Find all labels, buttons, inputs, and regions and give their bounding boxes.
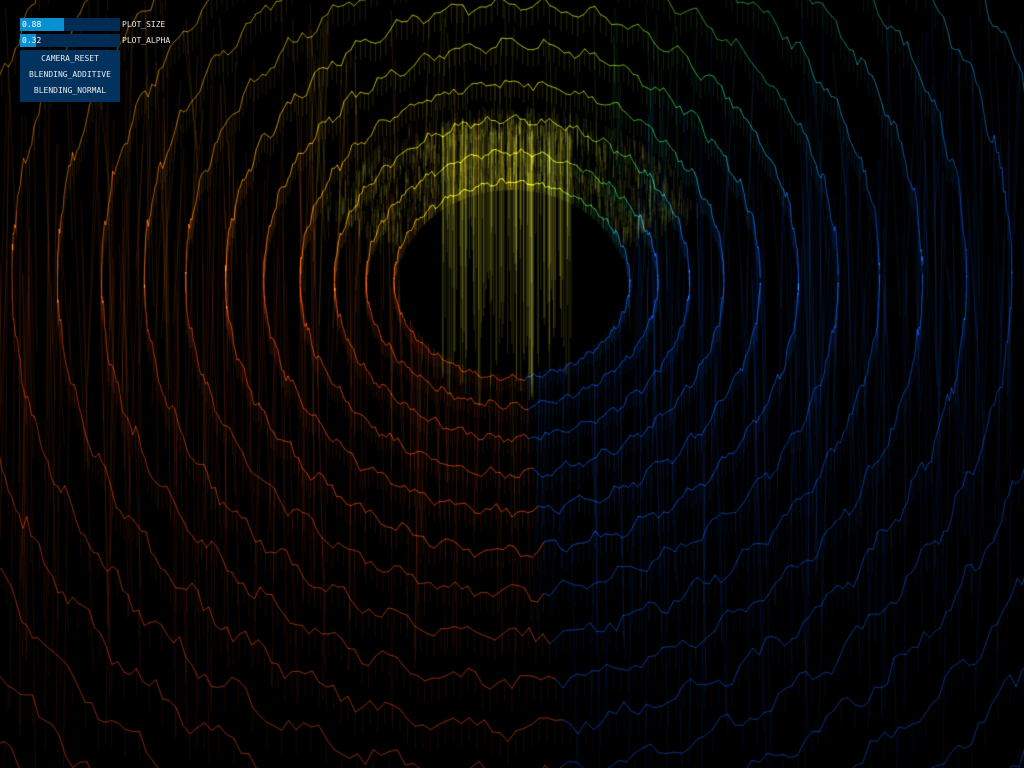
- plot-canvas[interactable]: [0, 0, 1024, 768]
- plot-size-value: 0.88: [22, 20, 42, 29]
- plot-alpha-label: PLOT_ALPHA: [122, 36, 171, 45]
- plot-size-slider[interactable]: 0.88 PLOT_SIZE: [20, 18, 170, 31]
- plot-size-label: PLOT_SIZE: [122, 20, 166, 29]
- blending-normal-button[interactable]: BLENDING_NORMAL: [20, 83, 120, 99]
- button-group: CAMERA_RESET BLENDING_ADDITIVE BLENDING_…: [20, 50, 120, 102]
- plot-alpha-value: 0.32: [22, 36, 42, 45]
- plot-alpha-slider[interactable]: 0.32 PLOT_ALPHA: [20, 34, 170, 47]
- camera-reset-button[interactable]: CAMERA_RESET: [20, 51, 120, 67]
- control-panel: 0.88 PLOT_SIZE 0.32 PLOT_ALPHA CAMERA_RE…: [20, 18, 170, 102]
- blending-additive-button[interactable]: BLENDING_ADDITIVE: [20, 67, 120, 83]
